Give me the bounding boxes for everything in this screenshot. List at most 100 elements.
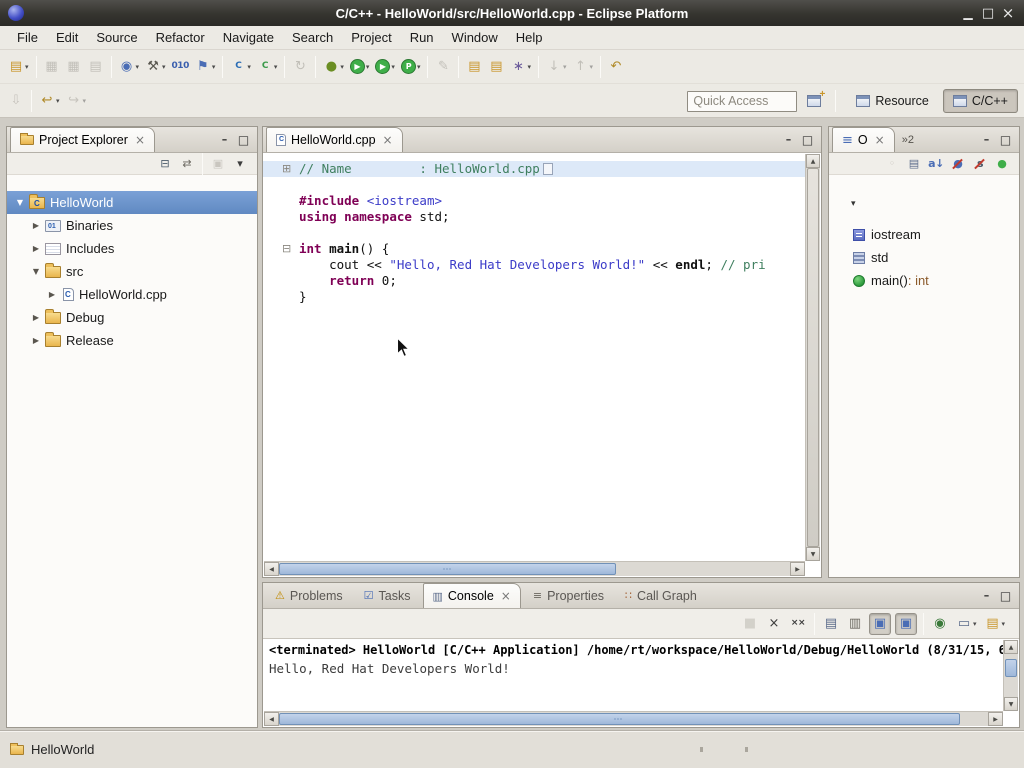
new-wizard-dropdown-arrow[interactable]: ▾ bbox=[25, 63, 29, 71]
debug-button[interactable]: ●▾ bbox=[321, 55, 346, 79]
code-line[interactable]: ⊟int main() { bbox=[263, 241, 806, 257]
close-view-icon[interactable] bbox=[875, 133, 885, 147]
run-external-tools-button[interactable]: ▶▾ bbox=[373, 55, 397, 79]
menu-source[interactable]: Source bbox=[87, 28, 146, 47]
maximize-view-icon[interactable] bbox=[799, 131, 816, 148]
view-menu-button[interactable]: ▾ bbox=[230, 154, 250, 173]
scroll-down-icon[interactable] bbox=[806, 547, 820, 561]
menu-file[interactable]: File bbox=[8, 28, 47, 47]
tree-item-helloworld-cpp[interactable]: ▶CHelloWorld.cpp bbox=[7, 283, 257, 306]
open-resource-button[interactable]: ▤ bbox=[486, 55, 506, 79]
run-button[interactable]: ▶▾ bbox=[348, 55, 372, 79]
new-wizard-button[interactable]: ▤▾ bbox=[6, 55, 31, 79]
collapse-expander-icon[interactable]: ▼ bbox=[29, 267, 43, 276]
new-c-source-file-dropdown-arrow[interactable]: ▾ bbox=[247, 63, 251, 71]
sort-button[interactable]: a↓ bbox=[926, 154, 946, 173]
new-cpp-class-button[interactable]: C▾ bbox=[255, 55, 280, 79]
new-c-source-file-button[interactable]: C▾ bbox=[228, 55, 253, 79]
code-line[interactable]: } bbox=[263, 289, 806, 305]
console-vertical-scrollbar[interactable] bbox=[1003, 640, 1018, 711]
perspective-resource[interactable]: Resource bbox=[846, 89, 939, 113]
binary-files-button[interactable]: 010 bbox=[170, 55, 191, 79]
forward-history-dropdown-arrow[interactable]: ▾ bbox=[83, 97, 87, 105]
expand-expander-icon[interactable]: ▶ bbox=[29, 244, 43, 253]
maximize-view-icon[interactable] bbox=[235, 131, 252, 148]
perspective-c-c[interactable]: C/C++ bbox=[943, 89, 1018, 113]
collapse-expander-icon[interactable]: ▼ bbox=[13, 198, 27, 207]
hide-non-public-button[interactable]: ● bbox=[992, 154, 1012, 173]
collapse-all-button[interactable]: ⊟ bbox=[155, 154, 175, 173]
scroll-lock-button[interactable]: ▥ bbox=[845, 613, 865, 635]
code-line[interactable]: return 0; bbox=[263, 273, 806, 289]
link-with-editor-button[interactable]: ⇄ bbox=[177, 154, 197, 173]
expand-expander-icon[interactable]: ▶ bbox=[29, 221, 43, 230]
tab-project-explorer[interactable]: Project Explorer bbox=[10, 127, 155, 152]
build-all-button[interactable]: ⚒▾ bbox=[143, 55, 168, 79]
previous-annotation-dropdown-arrow[interactable]: ▾ bbox=[589, 63, 593, 71]
expand-expander-icon[interactable]: ▶ bbox=[29, 313, 43, 322]
open-console-button[interactable]: ▤▾ bbox=[982, 613, 1007, 635]
search-dropdown-arrow[interactable]: ▾ bbox=[527, 63, 531, 71]
editor-horizontal-scrollbar[interactable] bbox=[264, 561, 805, 576]
close-view-icon[interactable] bbox=[501, 589, 511, 603]
menu-run[interactable]: Run bbox=[401, 28, 443, 47]
scrollbar-thumb[interactable] bbox=[279, 563, 616, 575]
sash-handle[interactable] bbox=[700, 747, 756, 752]
fold-expand-icon[interactable]: ⊞ bbox=[282, 162, 291, 176]
back-history-button[interactable]: ↩▾ bbox=[37, 89, 62, 113]
maximize-window-icon[interactable] bbox=[978, 6, 998, 21]
tree-item-debug[interactable]: ▶Debug bbox=[7, 306, 257, 329]
close-view-icon[interactable] bbox=[135, 133, 145, 147]
scroll-right-icon[interactable] bbox=[790, 562, 805, 576]
back-history-dropdown-arrow[interactable]: ▾ bbox=[56, 97, 60, 105]
remove-launch-button[interactable]: × bbox=[764, 613, 784, 635]
profile-dropdown-arrow[interactable]: ▾ bbox=[417, 63, 421, 71]
code-line[interactable]: ⊞// Name : HelloWorld.cpp bbox=[263, 161, 806, 177]
quick-access-input[interactable] bbox=[687, 91, 797, 112]
last-edit-location-button[interactable]: ↶ bbox=[606, 55, 626, 79]
scroll-left-icon[interactable] bbox=[264, 712, 279, 726]
next-annotation-dropdown-arrow[interactable]: ▾ bbox=[563, 63, 567, 71]
menu-help[interactable]: Help bbox=[507, 28, 552, 47]
tab-console[interactable]: ▥Console bbox=[423, 583, 521, 608]
hide-fields-button[interactable]: ● bbox=[948, 154, 968, 173]
build-all-dropdown-arrow[interactable]: ▾ bbox=[162, 63, 166, 71]
scroll-up-icon[interactable] bbox=[806, 154, 820, 168]
open-console-dropdown-arrow[interactable]: ▾ bbox=[1001, 620, 1005, 628]
close-window-icon[interactable] bbox=[998, 4, 1018, 22]
build-configuration-dropdown-arrow[interactable]: ▾ bbox=[212, 63, 216, 71]
tab-helloworld-cpp[interactable]: HelloWorld.cpp bbox=[266, 127, 403, 152]
show-console-on-stderr-button[interactable]: ▣ bbox=[895, 613, 917, 635]
code-line[interactable] bbox=[263, 225, 806, 241]
menu-refactor[interactable]: Refactor bbox=[147, 28, 214, 47]
maximize-view-icon[interactable] bbox=[997, 587, 1014, 604]
minimize-view-icon[interactable] bbox=[216, 131, 233, 148]
tree-item-binaries[interactable]: ▶01Binaries bbox=[7, 214, 257, 237]
search-button[interactable]: ∗▾ bbox=[508, 55, 533, 79]
clear-console-button[interactable]: ▤ bbox=[821, 613, 841, 635]
tree-item-helloworld[interactable]: ▼CHelloWorld bbox=[7, 191, 257, 214]
maximize-view-icon[interactable] bbox=[997, 131, 1014, 148]
outline-item-std[interactable]: std bbox=[829, 246, 1019, 269]
remove-all-launches-button[interactable]: ×× bbox=[788, 613, 808, 635]
expand-expander-icon[interactable]: ▶ bbox=[29, 336, 43, 345]
collapse-all-button[interactable]: ▤ bbox=[904, 154, 924, 173]
scrollbar-thumb[interactable] bbox=[807, 168, 819, 547]
minimize-window-icon[interactable] bbox=[958, 6, 978, 20]
build-configuration-button[interactable]: ⚑▾ bbox=[193, 55, 218, 79]
tree-item-src[interactable]: ▼src bbox=[7, 260, 257, 283]
menu-edit[interactable]: Edit bbox=[47, 28, 87, 47]
new-cpp-class-dropdown-arrow[interactable]: ▾ bbox=[274, 63, 278, 71]
console-horizontal-scrollbar[interactable] bbox=[264, 711, 1003, 726]
code-line[interactable]: #include <iostream> bbox=[263, 193, 806, 209]
new-cpp-project-dropdown-arrow[interactable]: ▾ bbox=[136, 63, 140, 71]
outline-item-iostream[interactable]: iostream bbox=[829, 223, 1019, 246]
tab-outline[interactable]: O bbox=[832, 127, 895, 152]
display-selected-console-button[interactable]: ▭▾ bbox=[954, 613, 979, 635]
close-editor-icon[interactable] bbox=[383, 133, 393, 147]
new-cpp-project-button[interactable]: ◉▾ bbox=[117, 55, 142, 79]
code-line[interactable]: cout << "Hello, Red Hat Developers World… bbox=[263, 257, 806, 273]
pin-console-button[interactable]: ◉ bbox=[930, 613, 950, 635]
outline-item-main[interactable]: main() : int bbox=[829, 269, 1019, 292]
scrollbar-thumb[interactable] bbox=[1005, 659, 1017, 677]
